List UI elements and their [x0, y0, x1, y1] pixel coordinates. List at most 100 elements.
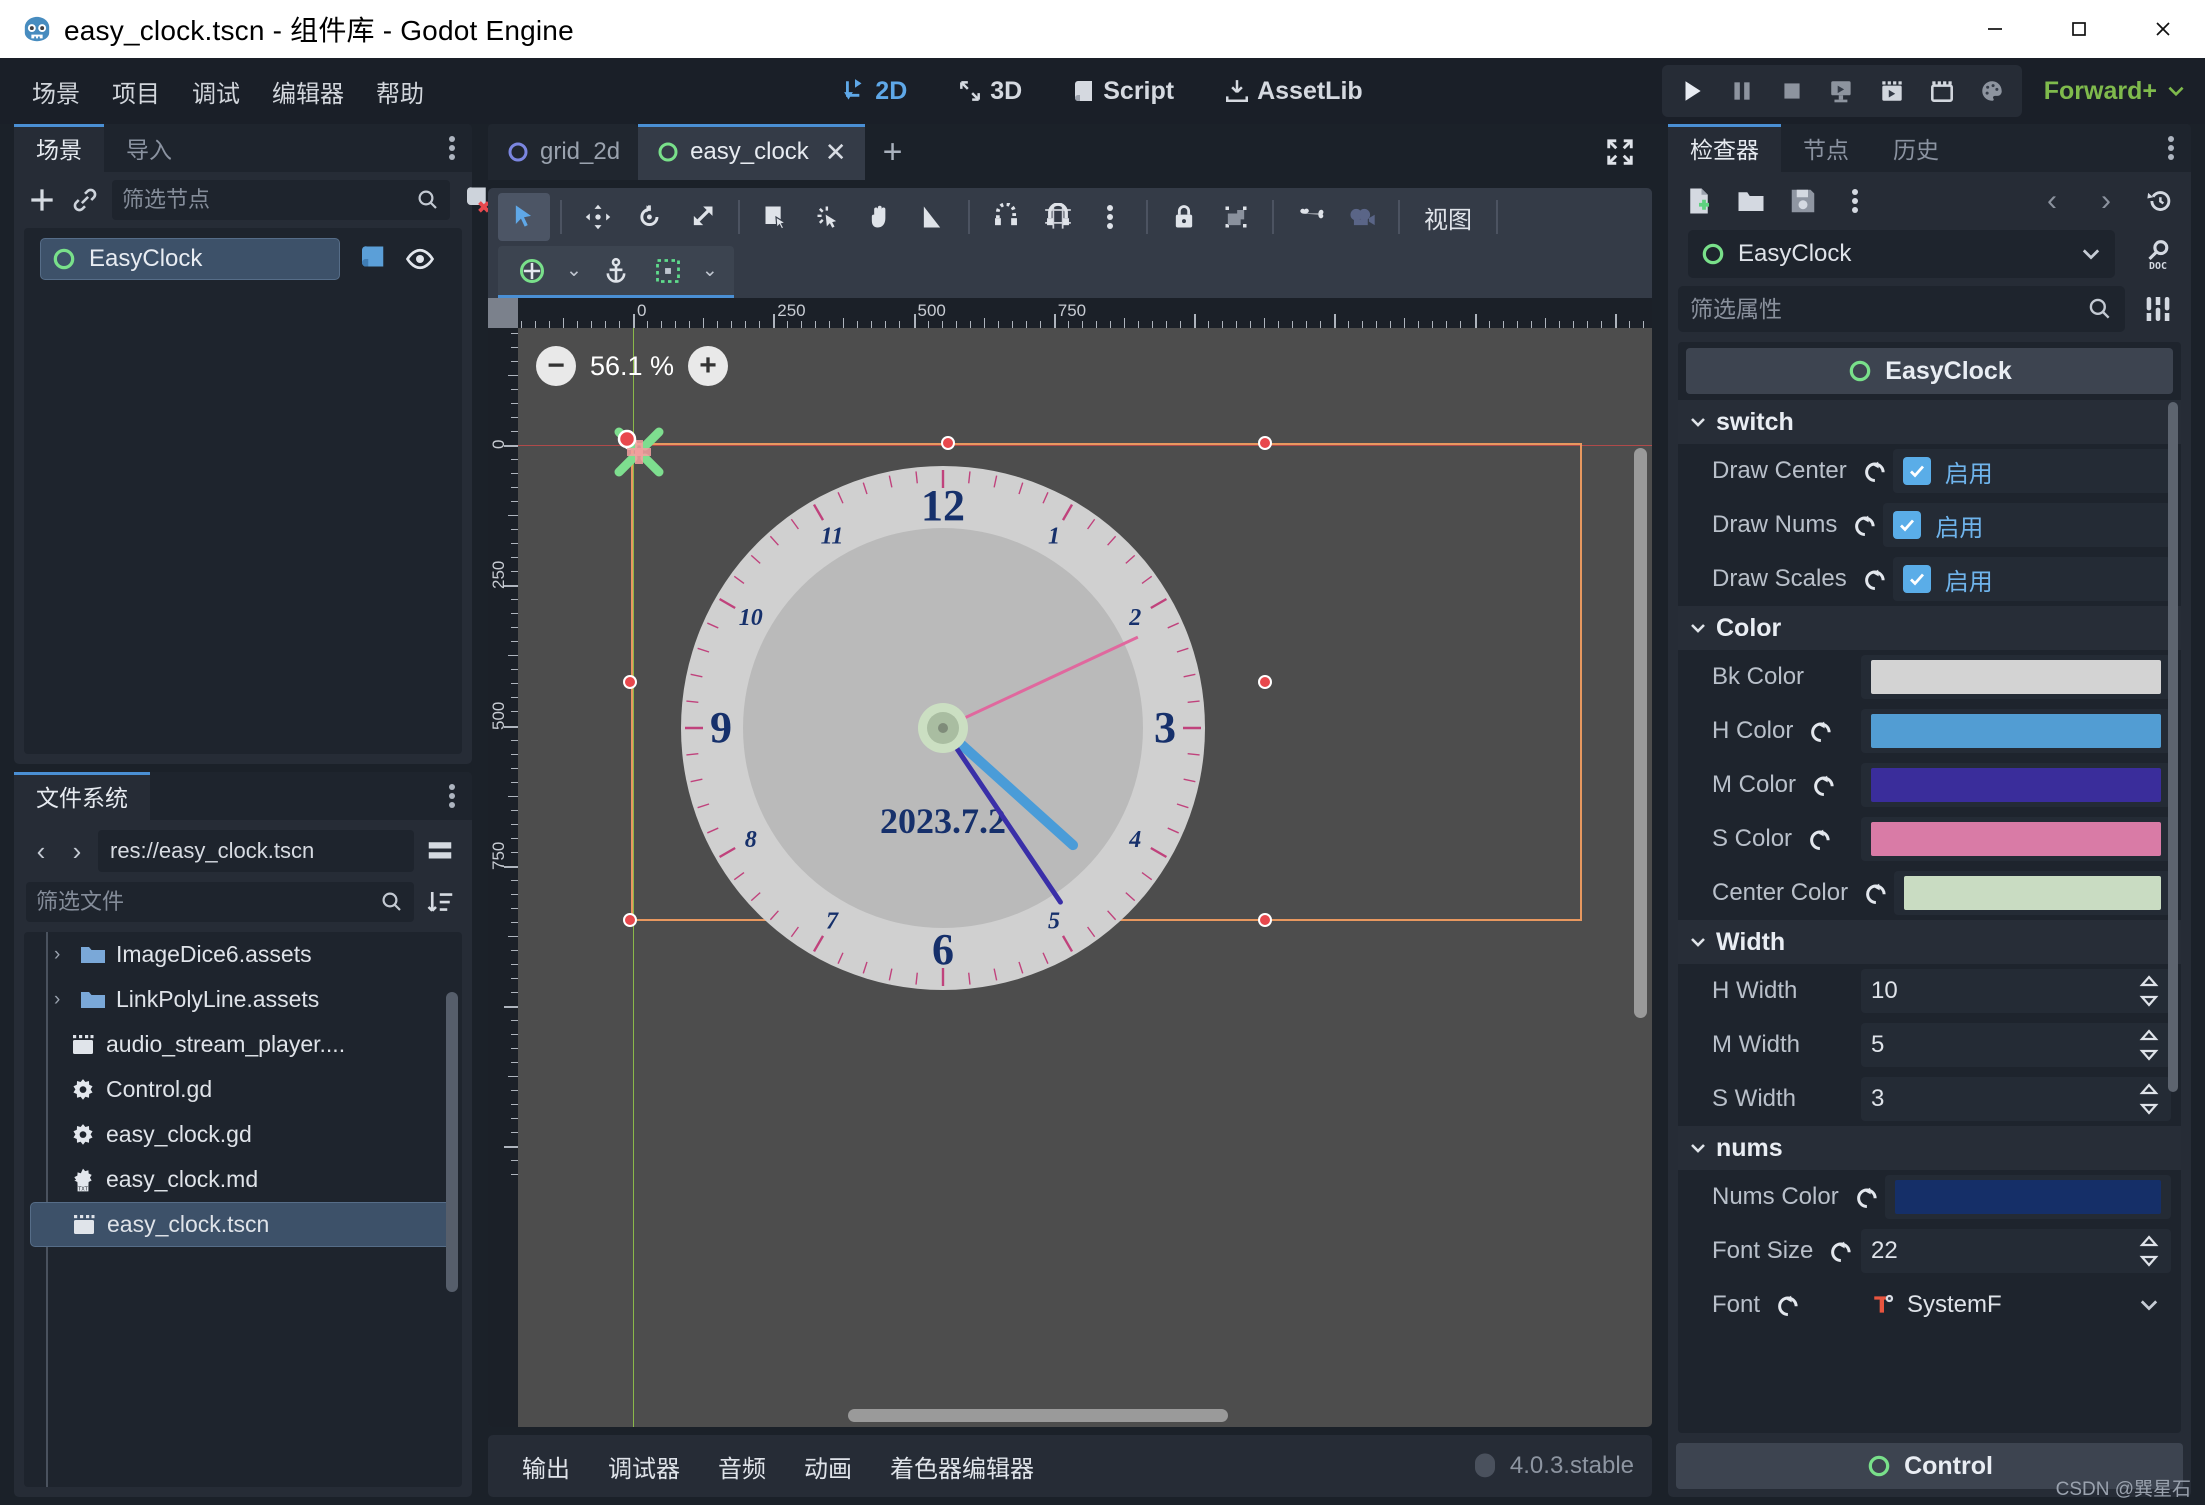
checkbox[interactable] [1903, 565, 1931, 593]
selection-handle-mr[interactable] [1258, 675, 1272, 689]
revert-button[interactable] [1847, 507, 1883, 543]
chevron-down-icon[interactable] [2137, 1293, 2161, 1317]
inspector-prev-button[interactable]: ‹ [2033, 182, 2071, 220]
checkbox[interactable] [1893, 511, 1921, 539]
minimize-button[interactable] [1953, 0, 2037, 58]
bottom-tab-shader-editor[interactable]: 着色器编辑器 [874, 1441, 1050, 1492]
tab-scene[interactable]: 场景 [14, 124, 104, 172]
chevron-down-icon[interactable] [1688, 932, 1708, 952]
scene-panel-menu-button[interactable] [432, 124, 472, 172]
color-swatch[interactable] [1904, 876, 2161, 910]
add-scene-tab-button[interactable]: + [865, 124, 921, 180]
snap-mode-button[interactable] [980, 193, 1032, 241]
fs-filter-box[interactable] [26, 882, 414, 922]
tree-row[interactable]: EasyClock [32, 236, 454, 282]
pivot-gizmo-icon[interactable] [603, 416, 675, 488]
open-script-icon[interactable] [356, 244, 388, 274]
revert-button[interactable] [1803, 713, 1839, 749]
chevron-down-icon[interactable] [1688, 1138, 1708, 1158]
spinner-arrows-icon[interactable] [2137, 974, 2161, 1008]
pan-tool-button[interactable] [854, 193, 906, 241]
view-menu-button[interactable]: 视图 [1410, 200, 1486, 235]
bottom-tab-animation[interactable]: 动画 [788, 1441, 868, 1492]
tab-history[interactable]: 历史 [1871, 124, 1961, 172]
tab-inspector[interactable]: 检查器 [1668, 124, 1781, 172]
inspector-next-button[interactable]: › [2087, 182, 2125, 220]
tab-node[interactable]: 节点 [1781, 124, 1871, 172]
scene-tab-easy-clock[interactable]: easy_clock ✕ [638, 124, 865, 180]
spinner-arrows[interactable] [2137, 1234, 2161, 1268]
zoom-out-button[interactable]: − [536, 346, 576, 386]
save-resource-button[interactable] [1784, 182, 1822, 220]
selection-handle-bl[interactable] [623, 913, 637, 927]
chevron-down-icon[interactable]: ⌄ [558, 259, 590, 282]
fs-sort-button[interactable] [422, 883, 460, 921]
color-swatch[interactable] [1895, 1180, 2161, 1214]
list-item[interactable]: easy_clock.tscn [30, 1202, 456, 1247]
move-tool-button[interactable] [572, 193, 624, 241]
revert-button[interactable] [1802, 821, 1838, 857]
run-current-scene-button[interactable] [1868, 69, 1916, 113]
chevron-right-icon[interactable]: › [54, 944, 70, 966]
fs-toggle-split-button[interactable] [420, 831, 460, 871]
chevron-right-icon[interactable]: › [54, 989, 70, 1011]
chevron-down-icon[interactable] [1688, 412, 1708, 432]
run-remote-debug-button[interactable] [1818, 69, 1866, 113]
spinner-arrows[interactable] [2137, 1028, 2161, 1062]
menu-item-help[interactable]: 帮助 [360, 66, 440, 117]
bottom-tab-output[interactable]: 输出 [506, 1441, 586, 1492]
renderer-selector[interactable]: Forward+ [2044, 77, 2187, 106]
list-item[interactable]: easy_clock.gd [24, 1112, 462, 1157]
selection-handle-tr[interactable] [1258, 436, 1272, 450]
fs-path-field[interactable]: res://easy_clock.tscn [98, 830, 414, 872]
list-select-tool-button[interactable] [750, 193, 802, 241]
ruler-tool-button[interactable] [906, 193, 958, 241]
layout-tool-button[interactable] [642, 247, 694, 295]
number-value[interactable]: 10 [1871, 977, 1898, 1005]
chevron-down-icon[interactable] [2079, 242, 2103, 266]
scene-filter-box[interactable] [112, 180, 450, 220]
mode-script-button[interactable]: Script [1062, 71, 1184, 112]
scene-tab-grid-2d[interactable]: grid_2d [488, 124, 638, 180]
menu-item-project[interactable]: 项目 [96, 66, 176, 117]
spinner-arrows-icon[interactable] [2137, 1234, 2161, 1268]
instantiate-scene-button[interactable] [70, 181, 100, 219]
color-swatch[interactable] [1871, 768, 2161, 802]
inspector-scrollbar[interactable] [2168, 402, 2178, 1092]
pause-scene-button[interactable] [1718, 69, 1766, 113]
anchor-tool-button[interactable] [590, 247, 642, 295]
checkbox[interactable] [1903, 457, 1931, 485]
mode-assetlib-button[interactable]: AssetLib [1214, 71, 1373, 112]
new-resource-button[interactable] [1680, 182, 1718, 220]
skeleton-options-button[interactable] [1284, 193, 1336, 241]
zoom-in-button[interactable]: + [688, 346, 728, 386]
pivot-center-tool-button[interactable] [506, 247, 558, 295]
scene-node-easyclock[interactable]: EasyClock [40, 238, 340, 280]
inspector-menu-button[interactable] [2151, 124, 2191, 172]
spinner-arrows[interactable] [2137, 1082, 2161, 1116]
canvas-vertical-scrollbar[interactable] [1634, 448, 1647, 1018]
load-resource-button[interactable] [1732, 182, 1770, 220]
inspector-settings-button[interactable] [2135, 286, 2181, 332]
list-item[interactable]: › LinkPolyLine.assets [24, 977, 462, 1022]
distraction-free-button[interactable] [1602, 124, 1652, 180]
maximize-button[interactable] [2037, 0, 2121, 58]
stop-scene-button[interactable] [1768, 69, 1816, 113]
menu-item-scene[interactable]: 场景 [16, 66, 96, 117]
color-swatch[interactable] [1871, 822, 2161, 856]
bottom-tab-debugger[interactable]: 调试器 [592, 1441, 696, 1492]
rotate-tool-button[interactable] [624, 193, 676, 241]
color-swatch[interactable] [1871, 660, 2161, 694]
revert-button[interactable] [1857, 453, 1893, 489]
lock-node-button[interactable] [1158, 193, 1210, 241]
revert-button[interactable] [1857, 561, 1893, 597]
grid-snap-button[interactable] [1032, 193, 1084, 241]
chevron-down-icon[interactable]: ⌄ [694, 259, 726, 282]
mode-2d-button[interactable]: 2D [832, 71, 917, 112]
preview-camera-button[interactable] [1336, 193, 1388, 241]
group-node-button[interactable] [1210, 193, 1262, 241]
number-value[interactable]: 5 [1871, 1031, 1884, 1059]
pivot-tool-button[interactable] [802, 193, 854, 241]
canvas-viewport[interactable]: 121234567891011 2023.7.2 [518, 328, 1652, 1427]
spinner-arrows[interactable] [2137, 974, 2161, 1008]
